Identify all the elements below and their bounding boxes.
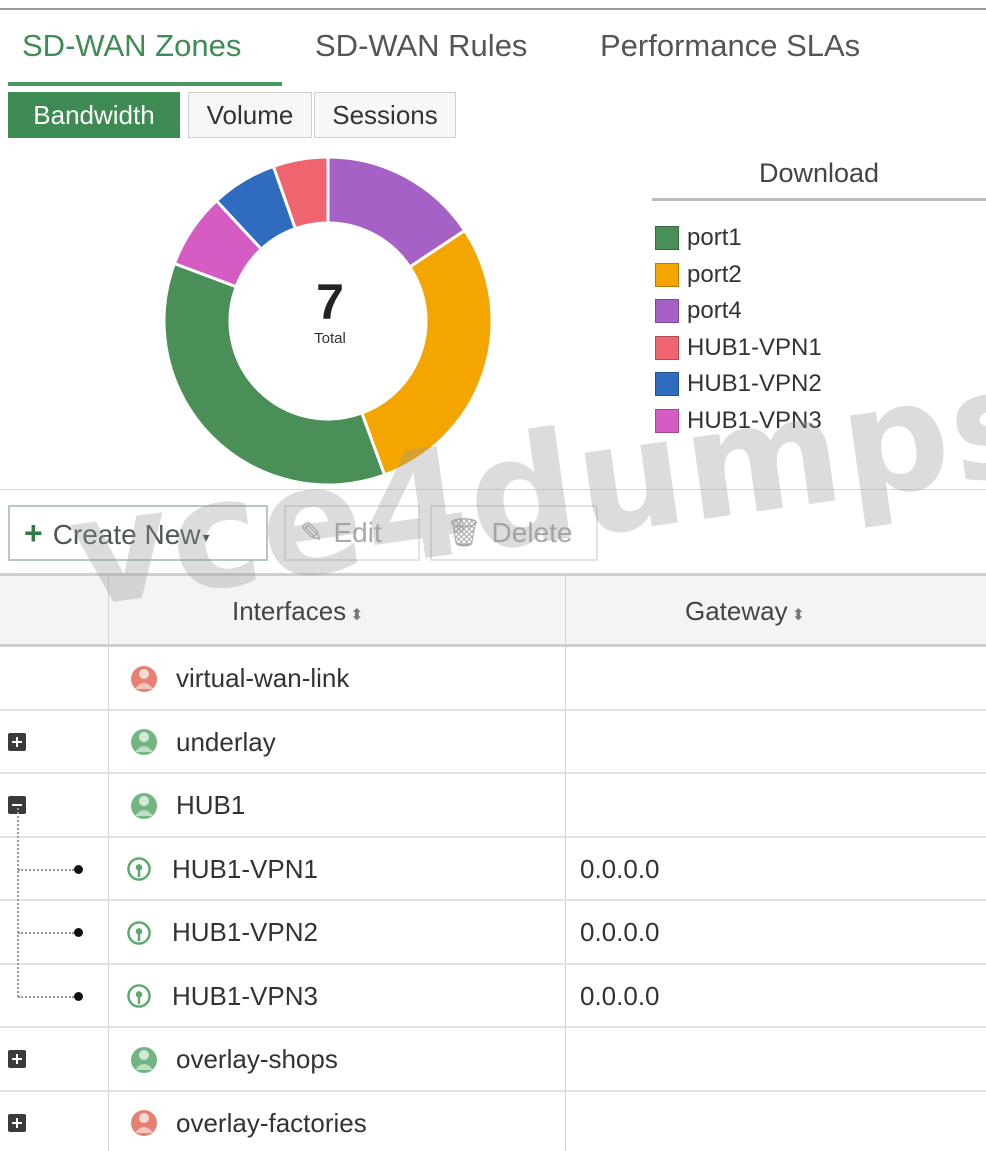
tab-sd-wan-rules[interactable]: SD-WAN Rules [315, 28, 527, 64]
table-row[interactable]: HUB1 [0, 774, 986, 838]
table-row[interactable]: virtual-wan-link [0, 647, 986, 711]
sd-wan-zone-icon [131, 1110, 157, 1136]
chart-legend: port1 port2 port4 HUB1-VPN1 HUB1-VPN2 HU… [655, 220, 822, 439]
header-label: Gateway [685, 596, 788, 626]
sort-icon: ⬍ [350, 607, 364, 624]
tree-connector [17, 871, 19, 933]
interface-name: virtual-wan-link [176, 663, 350, 693]
legend-swatch [655, 408, 679, 433]
tree-connector [17, 934, 19, 997]
sd-wan-zone-icon [131, 1046, 157, 1073]
tree-node-dot [74, 991, 83, 1001]
interface-cell: overlay-factories [126, 1092, 367, 1151]
sd-wan-zones-table: Interfaces ⬍ Gateway ⬍ virtual-wan-link un… [0, 573, 986, 1151]
chevron-down-icon: ▾ [202, 528, 210, 545]
interface-cell: underlay [126, 711, 276, 774]
pencil-icon: ✎ [300, 517, 324, 548]
main-tabs: SD-WAN Zones SD-WAN Rules Performance SL… [0, 10, 986, 86]
tree-connector [18, 868, 74, 871]
create-new-label: Create New [52, 519, 201, 550]
legend-label: HUB1-VPN1 [687, 333, 822, 361]
interface-name: HUB1-VPN3 [172, 980, 318, 1011]
table-row[interactable]: HUB1-VPN3 0.0.0.0 [0, 934, 986, 1028]
delete-button[interactable]: 🗑 Delete [430, 505, 598, 561]
legend-swatch [655, 226, 679, 251]
table-row[interactable]: overlay-shops [0, 1028, 986, 1092]
legend-title: Download [758, 158, 880, 188]
subtab-sessions[interactable]: Sessions [314, 92, 456, 138]
create-new-button[interactable]: + Create New ▾ [8, 505, 268, 561]
legend-label: port1 [687, 224, 742, 252]
donut-total-value: 7 [316, 274, 344, 330]
vpn-tunnel-icon [127, 920, 151, 945]
table-header: Interfaces ⬍ Gateway ⬍ [0, 573, 986, 647]
donut-slice-port2[interactable] [359, 228, 494, 477]
interface-cell: HUB1-VPN1 [126, 838, 318, 901]
gateway-cell: 0.0.0.0 [580, 917, 660, 947]
table-row[interactable]: HUB1-VPN1 0.0.0.0 [0, 807, 986, 901]
expand-icon[interactable] [8, 1050, 26, 1068]
donut-slice-port1[interactable] [162, 261, 387, 487]
legend-item-hub1-vpn1[interactable]: HUB1-VPN1 [655, 330, 822, 367]
legend-item-port1[interactable]: port1 [655, 220, 822, 257]
tree-connector [18, 932, 74, 934]
expand-icon[interactable] [8, 1113, 26, 1132]
legend-item-port4[interactable]: port4 [655, 293, 822, 330]
legend-label: port2 [687, 260, 742, 288]
table-row[interactable]: underlay [0, 711, 986, 774]
sd-wan-zone-icon [131, 729, 157, 755]
legend-item-hub1-vpn3[interactable]: HUB1-VPN3 [655, 403, 822, 440]
trash-icon: 🗑 [446, 517, 482, 548]
column-header-gateway[interactable]: Gateway ⬍ [685, 576, 805, 644]
interface-name: HUB1 [176, 790, 246, 820]
interface-cell: HUB1 [126, 774, 245, 837]
bandwidth-donut-chart: 7 Total [162, 155, 494, 487]
legend-label: HUB1-VPN2 [687, 370, 822, 398]
gateway-cell: 0.0.0.0 [580, 980, 660, 1011]
interface-cell: HUB1-VPN2 [126, 901, 318, 964]
legend-swatch [655, 299, 679, 324]
tab-performance-slas[interactable]: Performance SLAs [600, 28, 860, 64]
interface-name: overlay-shops [176, 1044, 338, 1074]
plus-icon: + [24, 515, 43, 551]
legend-swatch [655, 335, 679, 360]
expand-icon[interactable] [8, 732, 26, 751]
donut-total-label: Total [314, 330, 346, 347]
legend-swatch [655, 372, 679, 397]
subtab-volume[interactable]: Volume [188, 92, 312, 138]
legend-label: HUB1-VPN3 [687, 406, 822, 434]
interface-cell: HUB1-VPN3 [126, 965, 318, 1028]
interface-name: underlay [176, 726, 276, 757]
edit-button[interactable]: ✎ Edit [284, 505, 420, 561]
tree-connector [17, 807, 19, 870]
interface-name: HUB1-VPN1 [172, 853, 318, 884]
legend-item-port2[interactable]: port2 [655, 257, 822, 294]
subtab-bandwidth[interactable]: Bandwidth [8, 92, 180, 138]
tree-connector [18, 995, 74, 998]
active-tab-indicator [8, 82, 282, 86]
vpn-tunnel-icon [127, 857, 151, 881]
tree-node-dot [74, 928, 83, 937]
column-header-interfaces[interactable]: Interfaces ⬍ [232, 576, 364, 644]
sort-icon: ⬍ [791, 607, 806, 624]
delete-label: Delete [491, 517, 573, 548]
legend-swatch [655, 262, 679, 287]
legend-divider [652, 198, 986, 201]
interface-cell: virtual-wan-link [126, 647, 349, 710]
legend-item-hub1-vpn2[interactable]: HUB1-VPN2 [655, 366, 822, 403]
interface-name: overlay-factories [176, 1107, 367, 1138]
interface-name: HUB1-VPN2 [172, 917, 318, 947]
tab-sd-wan-zones[interactable]: SD-WAN Zones [22, 28, 241, 64]
legend-label: port4 [687, 297, 742, 325]
interface-cell: overlay-shops [126, 1028, 338, 1091]
sd-wan-zone-icon [131, 792, 157, 819]
header-label: Interfaces [232, 596, 347, 626]
vpn-tunnel-icon [127, 984, 151, 1008]
sd-wan-zone-icon [131, 665, 157, 692]
edit-label: Edit [333, 517, 382, 548]
gateway-cell: 0.0.0.0 [580, 853, 660, 884]
table-row[interactable]: HUB1-VPN2 0.0.0.0 [0, 871, 986, 965]
tree-node-dot [74, 864, 83, 874]
table-row[interactable]: overlay-factories [0, 1092, 986, 1151]
